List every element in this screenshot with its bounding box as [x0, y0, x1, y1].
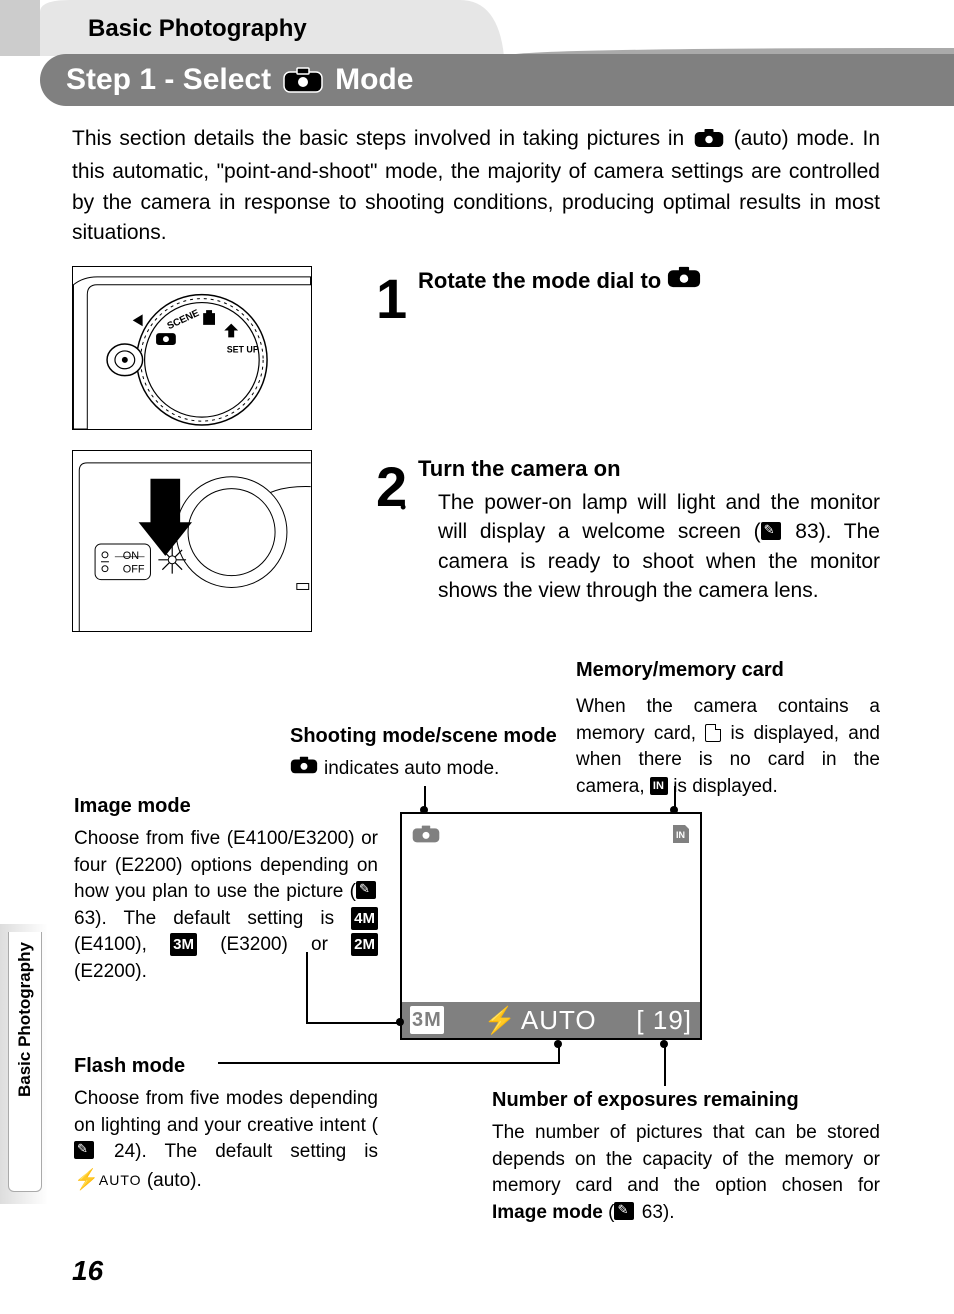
reference-icon: [614, 1202, 634, 1220]
camera-auto-icon: [667, 266, 701, 297]
flash-bolt-icon: ⚡: [484, 1002, 517, 1038]
exposures-remaining-label: Number of exposures remaining The number…: [492, 1086, 880, 1226]
camera-auto-icon: [283, 67, 323, 93]
lcd-memory-icon: IN: [672, 824, 690, 852]
step-1-title-text: Rotate the mode dial to: [418, 266, 661, 297]
step-1-number: 1: [376, 260, 407, 338]
flash-text-b: ). The default setting is: [135, 1141, 378, 1162]
lcd-flash-mode: ⚡AUTO: [484, 1002, 597, 1038]
flash-mode-label: Flash mode Choose from five modes depend…: [74, 1052, 378, 1194]
exp-bold: Image mode: [492, 1202, 603, 1223]
lcd-image-mode: 3M: [410, 1006, 444, 1034]
shooting-mode-text: indicates auto mode.: [324, 756, 499, 783]
flash-auto-text: AUTO: [99, 1172, 142, 1188]
page-number: 16: [72, 1251, 103, 1290]
exp-text-a: The number of pictures that can be store…: [492, 1122, 880, 1196]
bullet-icon: •: [400, 495, 406, 520]
memory-card-label: Memory/memory card When the camera conta…: [576, 656, 880, 800]
flash-mode-title: Flash mode: [74, 1052, 378, 1080]
step-2-ref: 83: [783, 520, 819, 543]
step-2-title: Turn the camera on: [418, 454, 621, 485]
camera-auto-icon: [694, 127, 724, 157]
callout-line: [218, 1062, 558, 1064]
step-title-suffix: Mode: [335, 59, 413, 101]
camera-auto-icon: [290, 756, 318, 783]
callout-line: [306, 1022, 402, 1024]
image-mode-label: Image mode Choose from five (E4100/E3200…: [74, 792, 378, 986]
memory-text-c: is displayed.: [668, 776, 778, 797]
callout-dot: [396, 1018, 404, 1026]
exp-ref: 63: [636, 1202, 662, 1223]
lcd-exposures-remaining: [ 19]: [636, 1002, 692, 1038]
lcd-camera-icon: [412, 824, 440, 852]
badge-4m: 4M: [351, 907, 378, 930]
image-ref: 63: [74, 908, 95, 929]
reference-icon: [356, 881, 376, 899]
image-text-b: ). The default setting is: [95, 908, 351, 929]
step-title-prefix: Step 1 - Select: [66, 59, 271, 101]
step-1-title: Rotate the mode dial to: [418, 266, 701, 297]
callout-dot: [660, 1040, 668, 1048]
shooting-mode-title: Shooting mode/scene mode: [290, 722, 560, 750]
reference-icon: [761, 522, 781, 540]
badge-2m: 2M: [351, 933, 378, 956]
step-2-body: • The power-on lamp will light and the m…: [418, 488, 880, 606]
power-on-label: ON: [123, 550, 139, 562]
badge-3m: 3M: [170, 933, 197, 956]
flash-bolt-icon: ⚡: [74, 1169, 99, 1191]
internal-memory-icon: [650, 777, 668, 795]
flash-text-a: Choose from five modes depending on ligh…: [74, 1088, 378, 1136]
reference-icon: [74, 1141, 94, 1159]
power-off-label: OFF: [123, 564, 145, 576]
lcd-screen: IN 3M ⚡AUTO [ 19]: [400, 812, 702, 1040]
exp-text-b: (: [603, 1202, 615, 1223]
image-text-a: Choose from five (E4100/E3200) or four (…: [74, 828, 378, 902]
step-title-bar: Step 1 - Select Mode: [40, 54, 954, 106]
lcd-flash-text: AUTO: [521, 1002, 597, 1038]
image-text-d: (E3200) or: [197, 934, 351, 955]
side-tab: Basic Photography: [8, 932, 42, 1192]
svg-text:IN: IN: [676, 830, 685, 840]
exp-text-c: ).: [663, 1202, 675, 1223]
callout-line: [664, 1042, 666, 1086]
shooting-mode-label: Shooting mode/scene mode indicates auto …: [290, 722, 560, 783]
power-switch-illustration: ON OFF: [72, 450, 312, 632]
callout-dot: [554, 1040, 562, 1048]
exposures-title: Number of exposures remaining: [492, 1086, 880, 1114]
image-mode-title: Image mode: [74, 792, 378, 820]
image-text-c: (E4100),: [74, 934, 170, 955]
mode-dial-illustration: SCENE SET UP: [72, 266, 312, 430]
breadcrumb-tab: Basic Photography: [88, 12, 307, 46]
callout-dot: [420, 806, 428, 814]
memory-card-outline-icon: [705, 724, 721, 742]
dial-setup-label: SET UP: [227, 345, 259, 355]
callout-line: [306, 952, 308, 1024]
intro-text-a: This section details the basic steps inv…: [72, 127, 692, 150]
memory-card-title: Memory/memory card: [576, 656, 880, 684]
image-text-e: (E2200).: [74, 961, 147, 982]
lcd-status-bar: 3M ⚡AUTO [ 19]: [402, 1002, 700, 1038]
intro-paragraph: This section details the basic steps inv…: [72, 124, 880, 249]
callout-dot: [670, 806, 678, 814]
flash-text-c: (auto).: [142, 1170, 202, 1191]
flash-ref: 24: [96, 1141, 135, 1162]
